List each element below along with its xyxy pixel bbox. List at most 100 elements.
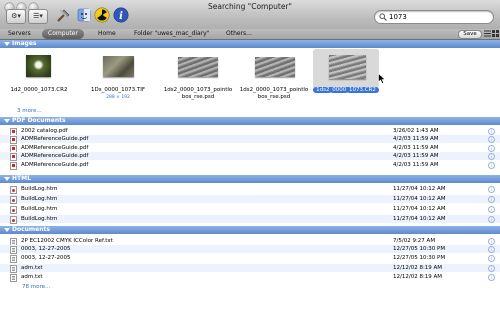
info-icon[interactable]: i [488,186,495,193]
file-date: 7/5/02 9:27 AM [393,238,436,244]
file-date: 4/2/03 11:59 AM [393,145,439,151]
thumbnail-caption: 1ds2_0000_1073_pointlo bos_rse.psd [163,87,233,100]
view-menu-icon: ☰▾ [33,12,43,20]
pdf-file-icon [10,153,17,161]
info-icon[interactable]: i [488,265,495,272]
info-icon[interactable]: i [488,246,495,253]
search-input[interactable] [389,11,479,23]
list-item[interactable]: BuildLog.htm 11/27/04 10:12 AM i [0,195,500,204]
file-name: ADMReferenceGuide.pdf [21,136,89,142]
list-item[interactable]: ADMReferenceGuide.pdf 4/2/03 11:59 AM i [0,135,500,144]
section-title: Documents [12,226,50,233]
title-bar: Searching "Computer" ⚙▾ ☰▾ i [0,0,500,29]
list-item[interactable]: adm.txt 12/12/02 8:19 AM i [0,273,500,282]
image-thumbnail[interactable] [178,57,218,77]
pdf-section-header[interactable]: PDF Documents [0,117,500,125]
html-file-icon [10,196,17,204]
file-date: 11/27/04 10:12 AM [393,196,446,202]
list-item[interactable]: ADMReferenceGuide.pdf 4/2/03 11:59 AM i [0,152,500,161]
finder-icon[interactable] [76,7,92,23]
thumbnail-caption: 1Ds_0000_1073.TIF 288 × 192 [83,87,153,101]
list-item[interactable]: adm.txt 12/12/02 8:19 AM i [0,264,500,273]
file-name: adm.txt [21,265,43,271]
pdf-file-icon [10,162,17,170]
info-icon[interactable]: i [488,196,495,203]
image-thumbnail[interactable] [255,57,295,77]
file-date: 11/27/04 10:12 AM [393,206,446,212]
file-name: BuildLog.htm [21,196,58,202]
icon-view-icon[interactable] [492,30,499,37]
scope-bar: Servers Computer Home Folder "uwes_mac_d… [0,29,500,40]
list-item[interactable]: BuildLog.htm 11/27/04 10:12 AM i [0,205,500,214]
svg-text:i: i [119,11,123,22]
save-button[interactable]: Save [458,30,482,39]
file-name: BuildLog.htm [21,206,58,212]
images-more-link[interactable]: 3 more... [17,108,42,114]
info-icon[interactable]: i [488,162,495,169]
list-item[interactable]: ADMReferenceGuide.pdf 4/2/03 11:59 AM i [0,161,500,170]
section-title: Images [12,40,37,47]
text-file-icon [10,274,17,282]
file-name: 2002 catalog.pdf [21,128,68,134]
list-item[interactable]: BuildLog.htm 11/27/04 10:12 AM i [0,185,500,194]
list-item[interactable]: 0003, 12-27-2005 12/27/05 10:30 PM i [0,245,500,254]
search-field[interactable] [374,10,494,24]
info-icon[interactable]: i [488,206,495,213]
list-item[interactable]: 2002 catalog.pdf 3/26/02 1:43 AM i [0,127,500,136]
radiation-icon[interactable] [94,7,110,23]
disclosure-triangle-icon[interactable] [4,119,10,123]
list-view-icon[interactable] [484,30,491,37]
thumbnail-caption-selected: 1ds2_0000_1073.CR2 [313,87,379,94]
info-icon[interactable]: i [113,7,129,23]
html-section-header[interactable]: HTML [0,175,500,183]
list-item[interactable]: 0003, 12-27-2005 12/27/05 10:30 PM i [0,254,500,263]
file-date: 12/27/05 10:30 PM [393,246,446,252]
image-thumbnail[interactable] [103,56,134,77]
file-date: 11/27/04 10:12 AM [393,186,446,192]
info-icon[interactable]: i [488,136,495,143]
info-icon[interactable]: i [488,255,495,262]
file-name: ADMReferenceGuide.pdf [21,153,89,159]
disclosure-triangle-icon[interactable] [4,228,10,232]
view-menu-button[interactable]: ☰▾ [28,9,48,24]
file-name: BuildLog.htm [21,186,58,192]
scope-folder[interactable]: Folder "uwes_mac_diary" [134,29,210,39]
thumbnail-caption: 1ds2_0000_1073_pointlo bos_rse.psd [239,87,309,100]
list-item[interactable]: ADMReferenceGuide.pdf 4/2/03 11:59 AM i [0,144,500,153]
file-date: 11/27/04 10:12 AM [393,216,446,222]
info-icon[interactable]: i [488,153,495,160]
documents-section-header[interactable]: Documents [0,226,500,234]
file-name: ADMReferenceGuide.pdf [21,145,89,151]
disclosure-triangle-icon[interactable] [4,177,10,181]
documents-more-link[interactable]: 78 more... [22,284,50,290]
pdf-file-icon [10,136,17,144]
image-thumbnail[interactable] [26,55,51,77]
file-date: 4/2/03 11:59 AM [393,162,439,168]
info-icon[interactable]: i [488,274,495,281]
scope-home[interactable]: Home [98,29,116,39]
disclosure-triangle-icon[interactable] [4,42,10,46]
images-section-header[interactable]: Images [0,40,500,48]
info-icon[interactable]: i [488,238,495,245]
file-date: 12/12/02 8:19 AM [393,274,443,280]
info-icon[interactable]: i [488,216,495,223]
file-date: 3/26/02 1:43 AM [393,128,439,134]
tools-icon[interactable] [56,7,72,23]
action-menu-button[interactable]: ⚙▾ [6,9,26,24]
gear-icon: ⚙▾ [11,12,21,20]
image-thumbnail[interactable] [329,55,366,79]
file-name: ADMReferenceGuide.pdf [21,162,89,168]
scope-computer[interactable]: Computer [42,29,84,39]
list-item[interactable]: 2P EC12002 CMYK ICColor Ref.txt 7/5/02 9… [0,237,500,246]
section-title: PDF Documents [12,117,66,124]
info-icon[interactable]: i [488,145,495,152]
list-item[interactable]: BuildLog.htm 11/27/04 10:12 AM i [0,215,500,224]
file-date: 4/2/03 11:59 AM [393,136,439,142]
text-file-icon [10,246,17,254]
info-icon[interactable]: i [488,128,495,135]
file-name: 0003, 12-27-2005 [21,246,71,252]
file-name: 2P EC12002 CMYK ICColor Ref.txt [21,238,113,244]
scope-servers[interactable]: Servers [8,29,31,39]
file-name: adm.txt [21,274,43,280]
scope-others[interactable]: Others... [226,29,252,39]
